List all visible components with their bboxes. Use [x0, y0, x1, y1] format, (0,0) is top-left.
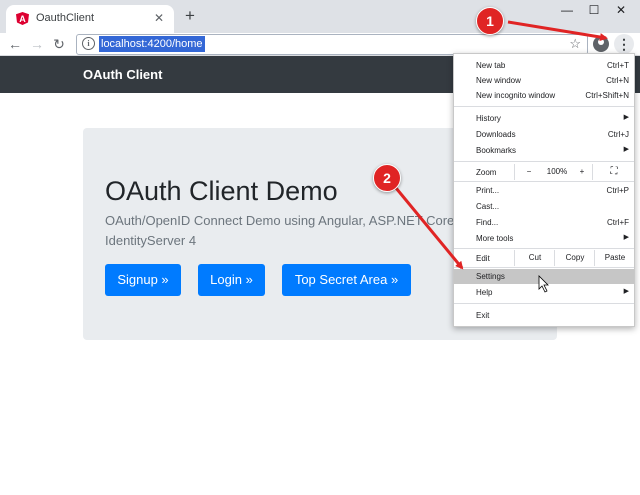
submenu-arrow-icon: ▶ — [623, 146, 629, 153]
step-2-badge: 2 — [373, 164, 401, 192]
menu-separator — [454, 106, 634, 107]
menu-label: History — [476, 114, 501, 123]
forward-button[interactable]: → — [29, 34, 45, 54]
paste-button[interactable]: Paste — [594, 250, 635, 266]
tab-title: OauthClient — [36, 12, 95, 24]
menu-shortcut: Ctrl+F — [607, 218, 629, 227]
menu-item-help[interactable]: Help ▶ — [454, 285, 634, 300]
step-1-badge: 1 — [476, 7, 504, 35]
svg-text:A: A — [19, 14, 26, 24]
menu-label: Find... — [476, 218, 499, 227]
menu-item-new-tab[interactable]: New tab Ctrl+T — [454, 58, 634, 73]
menu-item-history[interactable]: History ▶ — [454, 111, 634, 126]
menu-separator — [454, 303, 634, 304]
login-button[interactable]: Login » — [198, 264, 265, 296]
menu-shortcut: Ctrl+T — [607, 61, 629, 70]
menu-item-more-tools[interactable]: More tools ▶ — [454, 231, 634, 246]
menu-item-find[interactable]: Find... Ctrl+F — [454, 215, 634, 230]
navbar-brand[interactable]: OAuth Client — [83, 67, 162, 82]
menu-shortcut: Ctrl+N — [606, 76, 629, 85]
menu-item-cast[interactable]: Cast... — [454, 199, 634, 214]
zoom-level: 100% — [546, 167, 568, 176]
top-secret-button[interactable]: Top Secret Area » — [282, 264, 411, 296]
menu-label: Exit — [476, 311, 490, 320]
menu-label: Zoom — [476, 168, 497, 177]
menu-shortcut: Ctrl+Shift+N — [585, 91, 629, 100]
menu-label: More tools — [476, 234, 514, 243]
menu-item-bookmarks[interactable]: Bookmarks ▶ — [454, 143, 634, 158]
submenu-arrow-icon: ▶ — [623, 234, 629, 241]
menu-separator — [454, 248, 634, 249]
minimize-button[interactable]: — — [554, 2, 580, 18]
tab-oauthclient[interactable]: A OauthClient ✕ — [6, 5, 174, 33]
menu-label: Bookmarks — [476, 146, 517, 155]
bookmark-star-icon[interactable]: ☆ — [569, 35, 581, 53]
menu-item-new-window[interactable]: New window Ctrl+N — [454, 73, 634, 88]
menu-label: New tab — [476, 61, 506, 70]
tab-close-icon[interactable]: ✕ — [154, 10, 164, 26]
fullscreen-icon[interactable]: ⛶ — [592, 164, 635, 180]
chrome-menu: New tab Ctrl+T New window Ctrl+N New inc… — [453, 53, 635, 327]
menu-item-print[interactable]: Print... Ctrl+P — [454, 183, 634, 198]
url-text[interactable]: localhost:4200/home — [99, 36, 205, 52]
menu-shortcut: Ctrl+J — [607, 130, 629, 139]
signup-button[interactable]: Signup » — [105, 264, 181, 296]
info-icon[interactable]: i — [82, 37, 95, 50]
tab-strip: A OauthClient ✕ + — ☐ ✕ — [0, 0, 640, 33]
menu-item-exit[interactable]: Exit — [454, 308, 634, 323]
menu-item-downloads[interactable]: Downloads Ctrl+J — [454, 127, 634, 142]
menu-item-zoom: Zoom − 100% + ⛶ — [454, 164, 634, 180]
window-close-button[interactable]: ✕ — [608, 2, 634, 18]
menu-label: Edit — [476, 254, 490, 263]
zoom-in-button[interactable]: + — [572, 164, 592, 180]
submenu-arrow-icon: ▶ — [623, 114, 629, 121]
menu-separator — [454, 181, 634, 182]
new-tab-button[interactable]: + — [180, 6, 200, 26]
address-bar[interactable]: i localhost:4200/home ☆ — [76, 34, 588, 55]
menu-separator — [454, 161, 634, 162]
chrome-menu-button[interactable]: ⋮ — [614, 34, 634, 54]
back-button[interactable]: ← — [7, 34, 23, 54]
cut-button[interactable]: Cut — [514, 250, 555, 266]
zoom-out-button[interactable]: − — [514, 164, 543, 180]
menu-label: New incognito window — [476, 91, 556, 100]
menu-label: Downloads — [476, 130, 516, 139]
menu-item-new-incognito[interactable]: New incognito window Ctrl+Shift+N — [454, 88, 634, 103]
menu-label: Settings — [476, 272, 505, 281]
account-icon[interactable] — [593, 36, 609, 52]
maximize-button[interactable]: ☐ — [581, 2, 607, 18]
reload-button[interactable]: ↻ — [51, 34, 67, 54]
copy-button[interactable]: Copy — [554, 250, 595, 266]
menu-item-settings[interactable]: Settings — [454, 269, 634, 284]
menu-separator — [454, 267, 634, 268]
menu-item-edit: Edit Cut Copy Paste — [454, 250, 634, 266]
menu-label: Cast... — [476, 202, 500, 211]
submenu-arrow-icon: ▶ — [623, 288, 629, 295]
menu-label: Print... — [476, 186, 500, 195]
menu-shortcut: Ctrl+P — [606, 186, 629, 195]
menu-label: Help — [476, 288, 493, 297]
menu-label: New window — [476, 76, 521, 85]
page-title: OAuth Client Demo — [105, 176, 338, 206]
angular-icon: A — [16, 12, 29, 25]
